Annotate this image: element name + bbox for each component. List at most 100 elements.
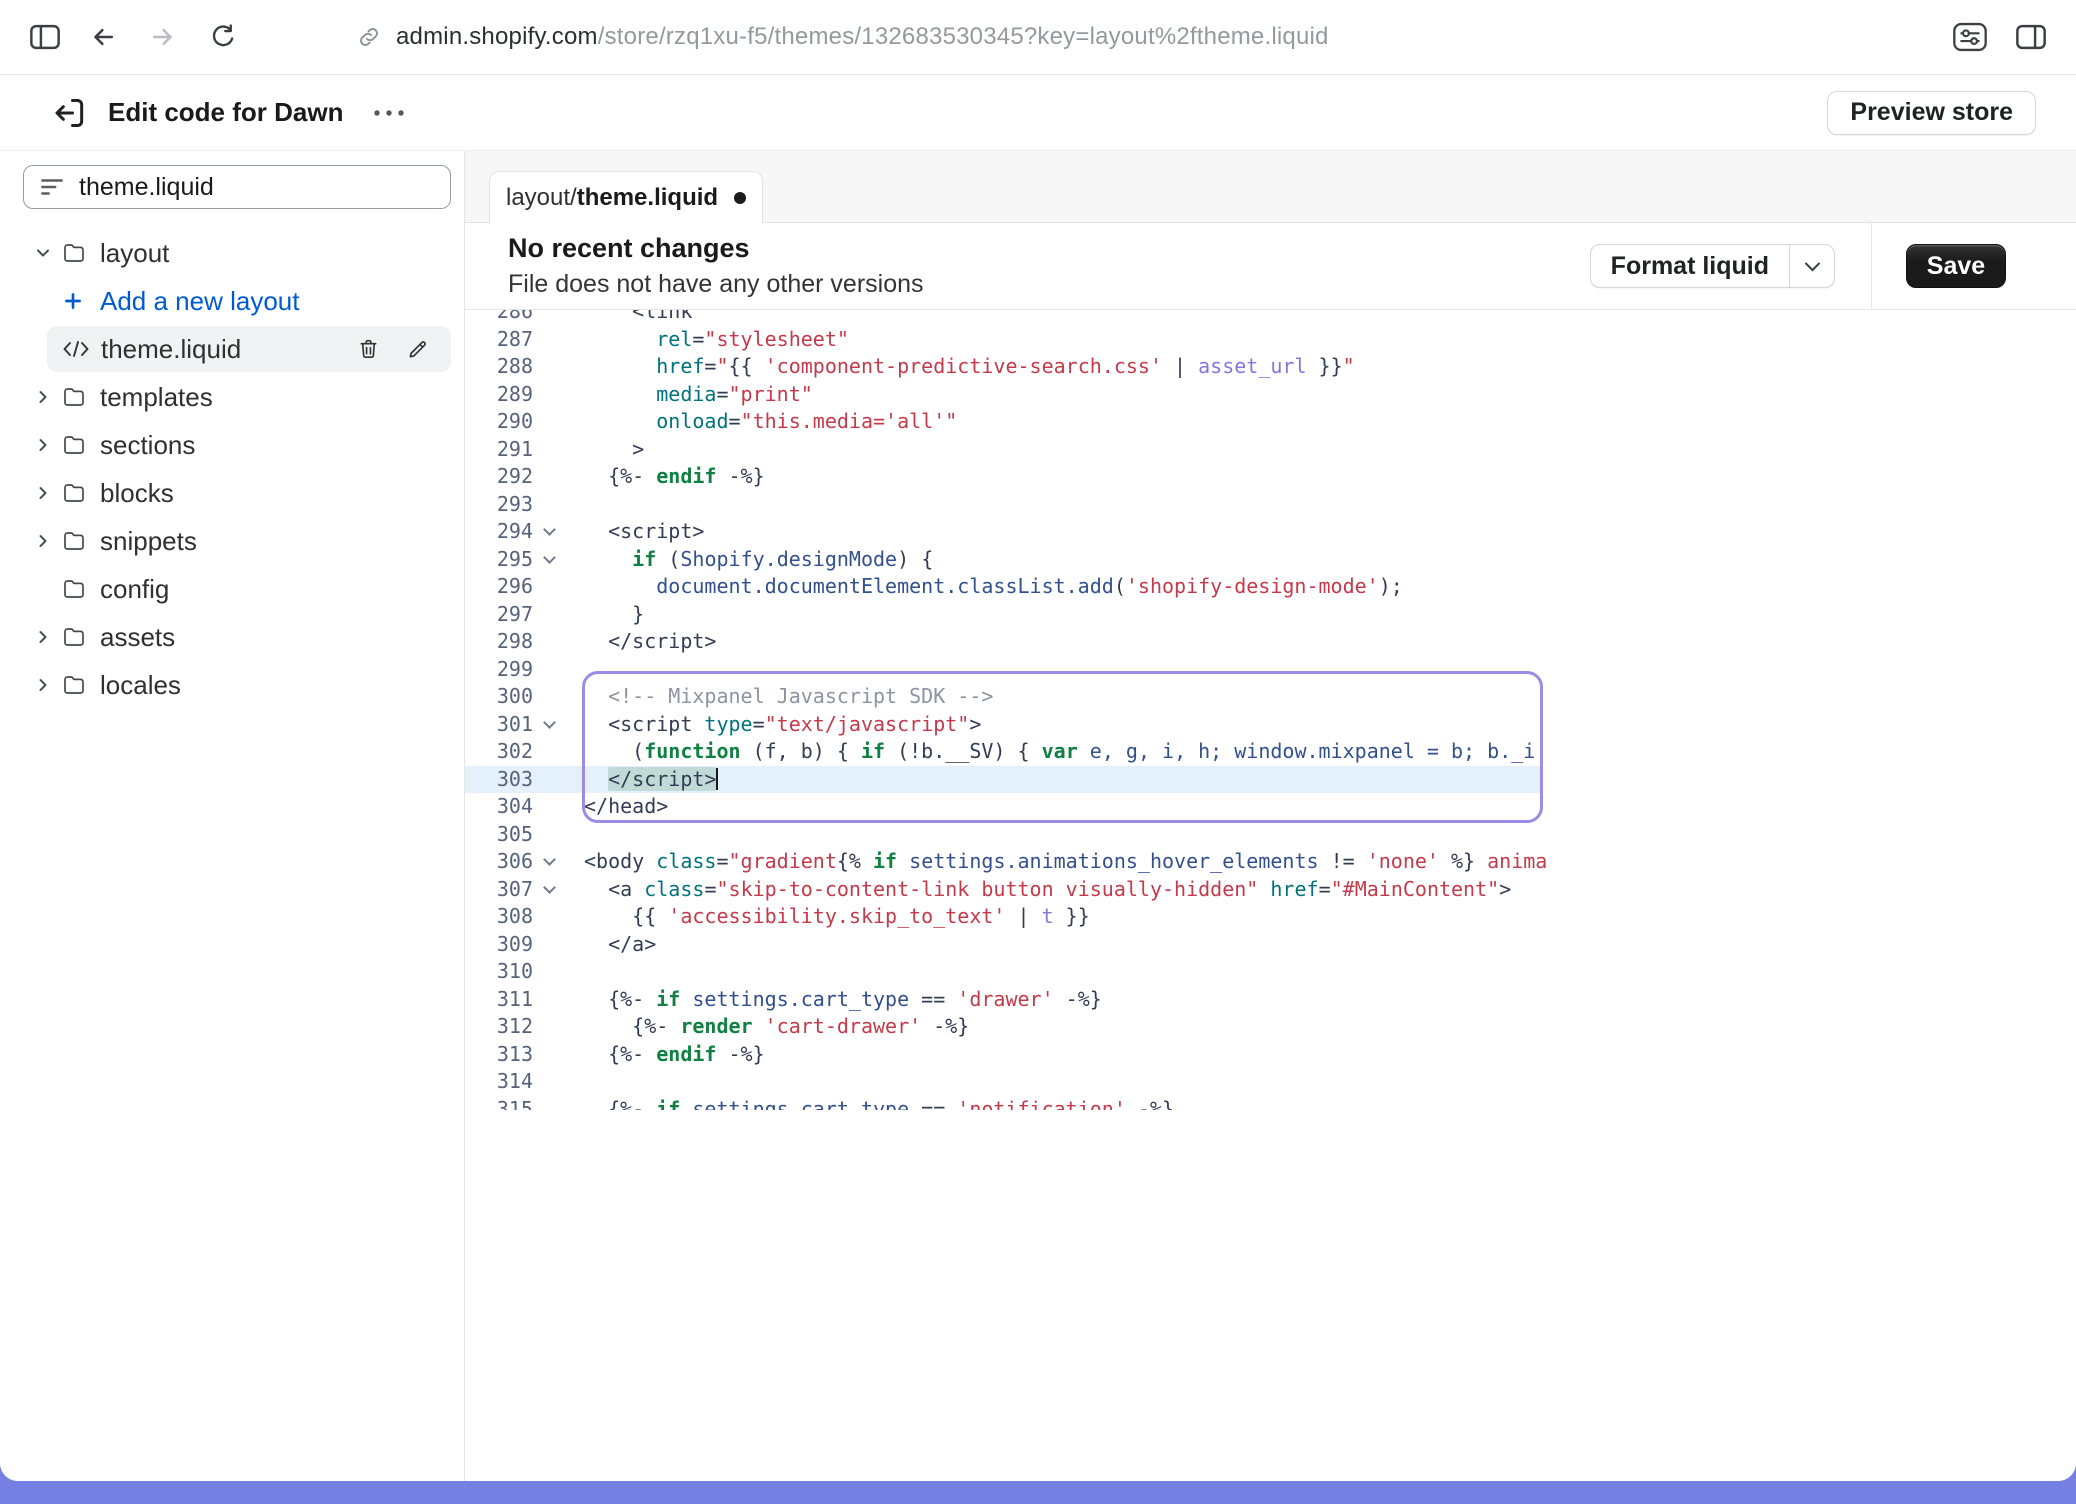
code-line-299[interactable]: 299 bbox=[465, 656, 2076, 684]
code-line-296[interactable]: 296 document.documentElement.classList.a… bbox=[465, 573, 2076, 601]
code-line-300[interactable]: 300 <!-- Mixpanel Javascript SDK --> bbox=[465, 683, 2076, 711]
code-line-303[interactable]: 303 </script> bbox=[465, 766, 2076, 794]
filter-icon bbox=[39, 176, 65, 198]
tree-item-templates[interactable]: templates bbox=[0, 373, 464, 421]
pencil-icon[interactable] bbox=[406, 338, 429, 361]
fold-toggle-icon[interactable] bbox=[543, 881, 556, 894]
code-text bbox=[560, 958, 584, 986]
line-number: 303 bbox=[465, 766, 560, 794]
code-line-305[interactable]: 305 bbox=[465, 821, 2076, 849]
fold-toggle-icon[interactable] bbox=[543, 716, 556, 729]
save-button[interactable]: Save bbox=[1906, 244, 2006, 288]
code-line-308[interactable]: 308 {{ 'accessibility.skip_to_text' | t … bbox=[465, 903, 2076, 931]
code-line-314[interactable]: 314 bbox=[465, 1068, 2076, 1096]
back-icon[interactable] bbox=[88, 22, 118, 52]
sidebar-toggle-icon[interactable] bbox=[28, 22, 62, 52]
search-input[interactable] bbox=[79, 173, 435, 202]
code-line-286[interactable]: 286 <link bbox=[465, 310, 2076, 326]
status-title: No recent changes bbox=[508, 233, 924, 264]
code-text: <body class="gradient{% if settings.anim… bbox=[560, 848, 1547, 876]
format-liquid-button[interactable]: Format liquid bbox=[1591, 245, 1789, 287]
fold-toggle-icon[interactable] bbox=[543, 551, 556, 564]
code-text: <link bbox=[560, 310, 692, 326]
tree-item-label: sections bbox=[100, 430, 195, 461]
forward-icon[interactable] bbox=[148, 22, 178, 52]
status-subtitle: File does not have any other versions bbox=[508, 270, 924, 299]
code-line-297[interactable]: 297 } bbox=[465, 601, 2076, 629]
trash-icon[interactable] bbox=[357, 337, 380, 361]
folder-icon bbox=[61, 673, 87, 697]
tab-theme-liquid[interactable]: layout/theme.liquid bbox=[489, 171, 763, 223]
code-line-293[interactable]: 293 bbox=[465, 491, 2076, 519]
code-line-288[interactable]: 288 href="{{ 'component-predictive-searc… bbox=[465, 353, 2076, 381]
line-number: 293 bbox=[465, 491, 560, 519]
tree-item-locales[interactable]: locales bbox=[0, 661, 464, 709]
tree-item-assets[interactable]: assets bbox=[0, 613, 464, 661]
code-text: document.documentElement.classList.add('… bbox=[560, 573, 1403, 601]
code-line-304[interactable]: 304</head> bbox=[465, 793, 2076, 821]
code-text: if (Shopify.designMode) { bbox=[560, 546, 933, 574]
extensions-icon[interactable] bbox=[1952, 22, 1988, 52]
chevron-right-icon[interactable] bbox=[33, 483, 61, 503]
line-number: 288 bbox=[465, 353, 560, 381]
code-line-291[interactable]: 291 > bbox=[465, 436, 2076, 464]
fold-toggle-icon[interactable] bbox=[543, 853, 556, 866]
line-number: 310 bbox=[465, 958, 560, 986]
code-line-289[interactable]: 289 media="print" bbox=[465, 381, 2076, 409]
tree-item-blocks[interactable]: blocks bbox=[0, 469, 464, 517]
code-line-302[interactable]: 302 (function (f, b) { if (!b.__SV) { va… bbox=[465, 738, 2076, 766]
more-options-icon[interactable] bbox=[371, 107, 407, 119]
preview-store-button[interactable]: Preview store bbox=[1827, 91, 2036, 135]
tree-item-layout[interactable]: layout bbox=[0, 229, 464, 277]
chevron-right-icon[interactable] bbox=[33, 627, 61, 647]
code-line-311[interactable]: 311 {%- if settings.cart_type == 'drawer… bbox=[465, 986, 2076, 1014]
panel-right-icon[interactable] bbox=[2014, 22, 2048, 52]
format-options-button[interactable] bbox=[1790, 245, 1834, 287]
url-text: admin.shopify.com/store/rzq1xu-f5/themes… bbox=[396, 23, 1329, 51]
code-line-298[interactable]: 298 </script> bbox=[465, 628, 2076, 656]
code-line-309[interactable]: 309 </a> bbox=[465, 931, 2076, 959]
chevron-right-icon[interactable] bbox=[33, 531, 61, 551]
code-text: {%- if settings.cart_type == 'drawer' -%… bbox=[560, 986, 1102, 1014]
line-number: 300 bbox=[465, 683, 560, 711]
code-text: onload="this.media='all'" bbox=[560, 408, 957, 436]
code-text: <a class="skip-to-content-link button vi… bbox=[560, 876, 1511, 904]
chevron-down-icon[interactable] bbox=[33, 243, 61, 263]
reload-icon[interactable] bbox=[208, 22, 238, 52]
tree-item-label: blocks bbox=[100, 478, 174, 509]
exit-icon[interactable] bbox=[50, 93, 90, 133]
code-line-315[interactable]: 315 {%- if settings.cart_type == 'notifi… bbox=[465, 1096, 2076, 1111]
tree-item-sections[interactable]: sections bbox=[0, 421, 464, 469]
unsaved-changes-dot bbox=[734, 192, 746, 204]
tree-item-config[interactable]: config bbox=[0, 565, 464, 613]
address-bar[interactable]: admin.shopify.com/store/rzq1xu-f5/themes… bbox=[356, 23, 1329, 51]
tree-item-label: config bbox=[100, 574, 169, 605]
code-line-301[interactable]: 301 <script type="text/javascript"> bbox=[465, 711, 2076, 739]
line-number: 301 bbox=[465, 711, 560, 739]
code-line-290[interactable]: 290 onload="this.media='all'" bbox=[465, 408, 2076, 436]
code-line-294[interactable]: 294 <script> bbox=[465, 518, 2076, 546]
code-line-295[interactable]: 295 if (Shopify.designMode) { bbox=[465, 546, 2076, 574]
code-editor[interactable]: 286 <link287 rel="stylesheet"288 href="{… bbox=[465, 310, 2076, 1110]
code-line-306[interactable]: 306<body class="gradient{% if settings.a… bbox=[465, 848, 2076, 876]
code-line-313[interactable]: 313 {%- endif -%} bbox=[465, 1041, 2076, 1069]
code-line-307[interactable]: 307 <a class="skip-to-content-link butto… bbox=[465, 876, 2076, 904]
code-text: media="print" bbox=[560, 381, 813, 409]
folder-icon bbox=[61, 385, 87, 409]
chevron-right-icon[interactable] bbox=[33, 675, 61, 695]
code-text: } bbox=[560, 601, 644, 629]
code-line-312[interactable]: 312 {%- render 'cart-drawer' -%} bbox=[465, 1013, 2076, 1041]
chevron-right-icon[interactable] bbox=[33, 435, 61, 455]
fold-toggle-icon[interactable] bbox=[543, 523, 556, 536]
line-number: 296 bbox=[465, 573, 560, 601]
line-number: 290 bbox=[465, 408, 560, 436]
chevron-right-icon[interactable] bbox=[33, 387, 61, 407]
tree-item-snippets[interactable]: snippets bbox=[0, 517, 464, 565]
tree-item-add-new-layout[interactable]: Add a new layout bbox=[0, 277, 464, 325]
code-line-287[interactable]: 287 rel="stylesheet" bbox=[465, 326, 2076, 354]
browser-right-controls bbox=[1952, 22, 2048, 52]
code-line-292[interactable]: 292 {%- endif -%} bbox=[465, 463, 2076, 491]
tree-item-theme-liquid[interactable]: theme.liquid bbox=[47, 326, 451, 372]
code-line-310[interactable]: 310 bbox=[465, 958, 2076, 986]
file-search-box[interactable] bbox=[23, 165, 451, 209]
